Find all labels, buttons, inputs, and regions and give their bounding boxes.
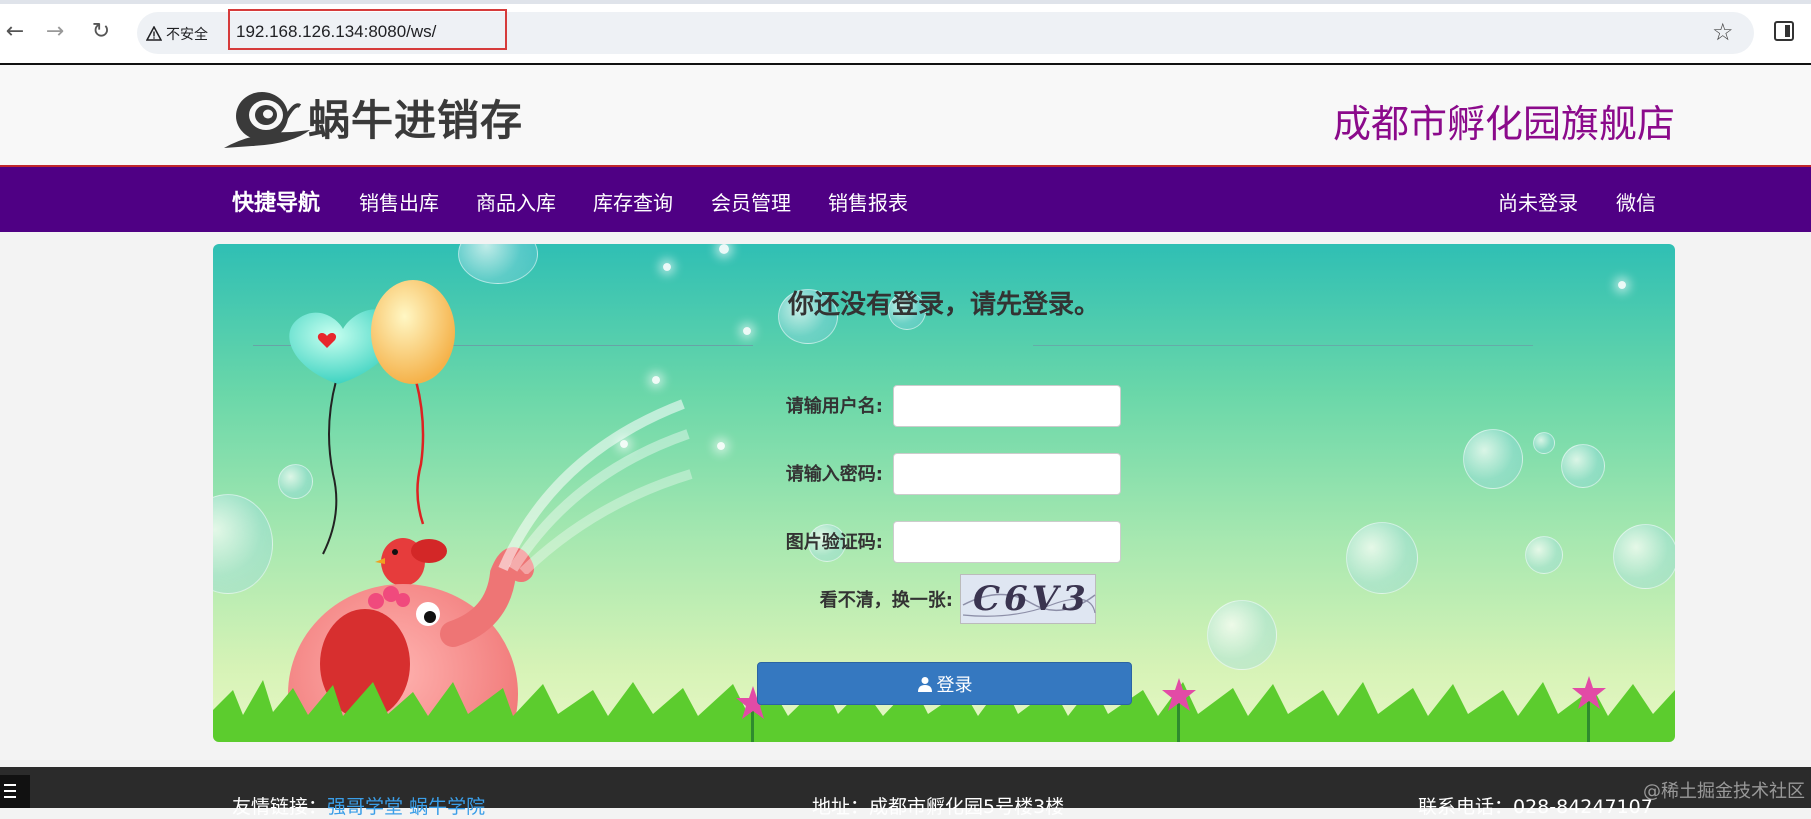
login-panel: 你还没有登录，请先登录。 请输用户名: 请输入密码: 图片验证码: 看不清，换一… xyxy=(213,244,1675,742)
bubble-decoration xyxy=(1463,429,1523,489)
footer-address: 地址：成都市孵化园5号楼3楼 xyxy=(812,796,1065,818)
bubble-decoration xyxy=(1533,432,1555,454)
login-title: 你还没有登录，请先登录。 xyxy=(787,290,1100,320)
captcha-label: 图片验证码: xyxy=(785,532,883,553)
spray-decoration xyxy=(498,399,693,574)
divider-line xyxy=(1033,345,1533,346)
menu-icon[interactable] xyxy=(0,775,30,808)
url-text[interactable]: 192.168.126.134:8080/ws/ xyxy=(236,22,436,42)
bubble-decoration xyxy=(1525,536,1563,574)
nav-brand[interactable]: 快捷导航 xyxy=(232,185,320,217)
bubble-decoration xyxy=(1207,600,1277,670)
username-input[interactable] xyxy=(893,385,1121,427)
sparkle-decoration xyxy=(743,327,751,335)
login-button[interactable]: 登录 xyxy=(757,662,1132,705)
bookmark-star-icon[interactable]: ☆ xyxy=(1712,18,1734,46)
sparkle-decoration xyxy=(717,442,725,450)
friend-links-label: 友情链接： xyxy=(232,796,328,818)
back-icon[interactable]: ← xyxy=(0,17,30,47)
sparkle-decoration xyxy=(663,263,671,271)
logo-text: 蜗牛进销存 xyxy=(308,95,524,145)
nav-item-members[interactable]: 会员管理 xyxy=(711,187,791,216)
store-name: 成都市孵化园旗舰店 xyxy=(1332,102,1675,146)
security-label: 不安全 xyxy=(166,27,208,43)
nav-item-sales-report[interactable]: 销售报表 xyxy=(828,187,908,216)
login-button-label: 登录 xyxy=(936,674,973,696)
site-logo[interactable]: 蜗牛进销存 xyxy=(222,82,523,152)
captcha-input[interactable] xyxy=(893,521,1121,563)
refresh-captcha-label: 看不清，换一张: xyxy=(819,590,953,611)
nav-item-goods-in[interactable]: 商品入库 xyxy=(476,187,556,216)
password-label: 请输入密码: xyxy=(785,464,883,485)
captcha-image[interactable]: C6V3 xyxy=(960,574,1096,624)
password-input[interactable] xyxy=(893,453,1121,495)
friend-links: 友情链接：强哥学堂 蜗牛学院 xyxy=(232,792,485,819)
reload-icon[interactable]: ↻ xyxy=(86,17,116,47)
flower-decoration xyxy=(1162,678,1196,742)
security-chip[interactable]: 不安全 xyxy=(146,20,208,48)
bubble-decoration xyxy=(1346,522,1418,594)
user-icon xyxy=(917,676,932,692)
forward-icon[interactable]: → xyxy=(40,17,70,47)
warning-icon xyxy=(146,26,162,41)
nav-item-sales-out[interactable]: 销售出库 xyxy=(359,187,439,216)
snail-icon xyxy=(224,92,310,148)
footer-link-qiangge[interactable]: 强哥学堂 xyxy=(327,796,403,818)
bubble-decoration xyxy=(1561,444,1605,488)
captcha-text: C6V3 xyxy=(973,579,1090,619)
watermark: @稀土掘金技术社区 xyxy=(1643,781,1805,802)
nav-item-inventory[interactable]: 库存查询 xyxy=(593,187,673,216)
bubble-decoration xyxy=(1613,524,1675,589)
nav-item-wechat[interactable]: 微信 xyxy=(1616,187,1656,216)
flower-decoration xyxy=(1572,676,1606,742)
sparkle-decoration xyxy=(719,244,729,254)
side-panel-icon[interactable] xyxy=(1774,21,1794,41)
footer-phone: 联系电话：028-84247107 xyxy=(1418,796,1653,818)
nav-item-login-status[interactable]: 尚未登录 xyxy=(1498,187,1578,216)
tab-strip xyxy=(0,0,1811,4)
footer-link-woniu[interactable]: 蜗牛学院 xyxy=(409,796,485,818)
username-label: 请输用户名: xyxy=(785,396,883,417)
